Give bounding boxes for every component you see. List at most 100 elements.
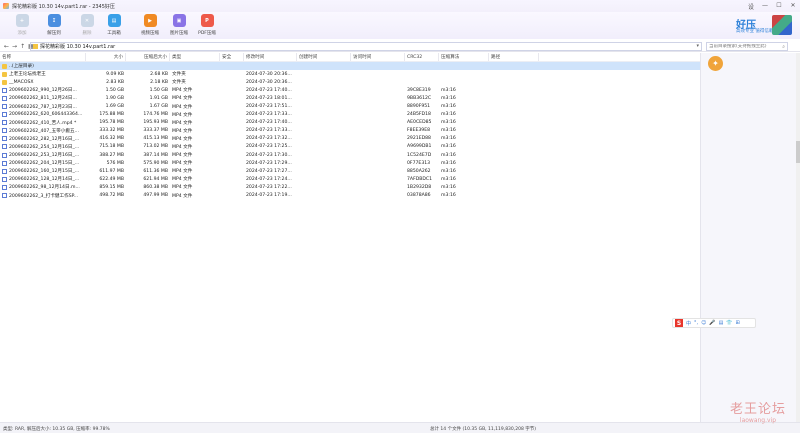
cell-crc: 24B5FD18	[407, 112, 431, 118]
cell-mtime: 2024-07-23 17:27...	[246, 168, 292, 174]
table-row[interactable]: 2009602262_204_12月15日_... 576 MB 575.90 MB…	[0, 159, 700, 167]
cell-method	[439, 62, 489, 70]
col-packed[interactable]: 压缩后大小	[126, 53, 170, 61]
col-path[interactable]: 路径	[489, 53, 539, 61]
col-method[interactable]: 压缩算法	[439, 53, 489, 61]
scrollbar-thumb[interactable]	[796, 141, 800, 163]
image-compress-button[interactable]: ▣ 图片压缩	[167, 12, 191, 39]
cell-crc: F8EE39E8	[407, 128, 431, 134]
add-button[interactable]: + 添加	[10, 12, 34, 39]
cell-mtime: 2024-07-23 17:33...	[246, 128, 292, 134]
col-size[interactable]: 大小	[86, 53, 126, 61]
video-file-icon	[2, 168, 7, 174]
watermark-title: 老王论坛	[729, 402, 786, 417]
table-row[interactable]: 2009602262_990_12月26日... 1.50 GB 1.50 GB MP…	[0, 86, 700, 94]
window-title: 探花精彩版 10.30 14v.part1.rar - 2345好压	[12, 3, 115, 10]
vertical-scrollbar[interactable]	[796, 53, 800, 422]
ime-microphone-icon[interactable]: 🎤	[709, 320, 715, 326]
cell-mtime: 2024-07-23 17:30...	[246, 152, 292, 158]
pdf-compress-button[interactable]: P PDF压缩	[195, 12, 219, 39]
col-ctime-label: 创建时间	[299, 55, 318, 60]
cell-type: MP4 文件	[172, 136, 193, 142]
extract-to-icon: ↧	[47, 14, 61, 27]
toolbox-button[interactable]: ▤ 工具箱	[102, 12, 126, 39]
table-row[interactable]: 2009602262_254_12月16日_... 715.18 MB 713.02…	[0, 143, 700, 151]
archive-icon	[33, 44, 38, 49]
table-row[interactable]: 2009602262_811_12月24日... 1.90 GB 1.91 GB MP…	[0, 94, 700, 102]
table-row[interactable]: 2009602262_787_12月23日... 1.69 GB 1.67 GB MP…	[0, 102, 700, 110]
brand-box-icon	[772, 15, 792, 35]
col-packed-label: 压缩后大小	[144, 55, 167, 60]
cell-crc: 7AFDBDC1	[407, 176, 433, 182]
video-file-icon	[2, 193, 7, 199]
ime-chinese-mode-icon[interactable]: 中	[686, 320, 691, 327]
table-row[interactable]: 2009602262_98_12月14日.m... 859.15 MB 860.38…	[0, 183, 700, 191]
cell-name: 2009602262_407_五带小搬五...	[2, 127, 86, 135]
cell-name: 2009602262_98_12月14日.m...	[2, 183, 86, 191]
ime-skin-icon[interactable]: 👕	[726, 320, 732, 326]
table-row[interactable]: __MACOSX 2.83 KB 2.18 KB 文件夹 2024-07-30 20:3…	[0, 78, 700, 86]
ime-punctuation-icon[interactable]: °,	[694, 320, 698, 326]
table-row[interactable]: 2009602262_410_苦人.mp4 * 195.78 MB 195.93 M…	[0, 119, 700, 127]
cell-mtime: 2024-07-23 17:32...	[246, 136, 292, 142]
ime-keyboard-icon[interactable]: ▤	[719, 320, 724, 326]
cell-size: 333.32 MB	[99, 128, 124, 134]
table-row[interactable]: 2009602262_3_打卡健工作SP... 498.72 MB 497.99 M…	[0, 192, 700, 200]
ime-emoji-icon[interactable]: ☺	[701, 320, 706, 326]
cell-type: MP4 文件	[172, 144, 193, 150]
extract-to-button[interactable]: ↧ 解压到	[42, 12, 66, 39]
sogou-logo-icon[interactable]: S	[675, 319, 683, 327]
cell-name: 2009602262_620_606443364...	[2, 111, 86, 119]
back-icon[interactable]: ←	[4, 43, 9, 50]
cell-name: 上老王论坛找老王	[2, 70, 86, 78]
cell-type	[170, 62, 220, 70]
video-file-icon	[2, 176, 7, 182]
col-security[interactable]: 安全	[220, 53, 244, 61]
cell-type: MP4 文件	[172, 128, 193, 134]
app-icon	[3, 3, 9, 9]
up-icon[interactable]: ↑	[20, 43, 25, 50]
ime-toolbox-icon[interactable]: ⊞	[736, 320, 740, 326]
cell-packed	[126, 62, 170, 70]
table-row[interactable]: 2009602262_253_12月16日_... 388.27 MB 387.14…	[0, 151, 700, 159]
table-row[interactable]: 2009602262_282_12月16日_... 416.32 MB 415.13…	[0, 135, 700, 143]
video-compress-button[interactable]: ▶ 视频压缩	[138, 12, 162, 39]
cell-mtime: 2024-07-23 17:33...	[246, 112, 292, 118]
col-mtime[interactable]: 修改时间	[244, 53, 297, 61]
col-name[interactable]: 名称	[2, 53, 86, 61]
folder-icon	[2, 63, 7, 69]
search-icon[interactable]: ⌕	[782, 44, 785, 50]
cell-crc	[405, 62, 439, 70]
search-input[interactable]	[709, 44, 787, 49]
pdf-compress-label: PDF压缩	[198, 31, 216, 36]
cell-type: MP4 文件	[172, 193, 193, 199]
chevron-down-icon[interactable]: ▾	[696, 43, 699, 49]
cell-mtime: 2024-07-23 17:25...	[246, 144, 292, 150]
table-row[interactable]: 上老王论坛找老王 9.09 KB 2.68 KB 文件夹 2024-07-30 20:3…	[0, 70, 700, 78]
table-row[interactable]: ..(上层目录)	[0, 62, 700, 71]
delete-button[interactable]: ✕ 删除	[75, 12, 99, 39]
cell-type: MP4 文件	[172, 177, 193, 183]
cell-size	[86, 62, 126, 70]
file-name: 2009602262_253_12月16日_...	[9, 153, 80, 159]
table-row[interactable]: 2009602262_407_五带小搬五... 333.32 MB 333.37 M…	[0, 127, 700, 135]
cell-method: m3:16	[441, 112, 456, 118]
col-atime[interactable]: 访问时间	[351, 53, 405, 61]
table-row[interactable]: 2009602262_128_12月14日_... 622.49 MB 621.94…	[0, 175, 700, 183]
table-row[interactable]: 2009602262_160_12月15日_... 611.97 MB 611.36…	[0, 167, 700, 175]
cell-packed: 860.38 MB	[143, 184, 168, 190]
cell-mtime: 2024-07-23 17:51...	[246, 104, 292, 110]
cell-packed: 387.14 MB	[143, 152, 168, 158]
cell-method: m3:16	[441, 152, 456, 158]
col-ctime[interactable]: 创建时间	[297, 53, 351, 61]
col-type[interactable]: 类型	[170, 53, 220, 61]
forward-icon[interactable]: →	[12, 43, 17, 50]
table-row[interactable]: 2009602262_620_606443364... 175.88 MB 174.…	[0, 111, 700, 119]
delete-label: 删除	[82, 31, 92, 36]
col-crc[interactable]: CRC32	[405, 53, 439, 61]
video-file-icon	[2, 104, 7, 110]
cell-method: m3:16	[441, 136, 456, 142]
cell-size: 498.72 MB	[99, 193, 124, 199]
brand-area: 好压 高效专业 值得信赖	[736, 12, 798, 39]
path-field[interactable]: 探花精彩版 10.30 14v.part1.rar ▾	[30, 42, 702, 51]
